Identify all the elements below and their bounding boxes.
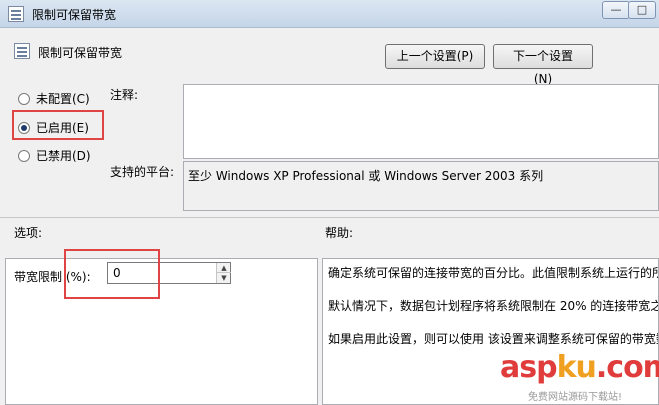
help-paragraph: 确定系统可保留的连接带宽的百分比。此值限制系统上运行的所有程序的组合带宽保留。 bbox=[328, 266, 658, 280]
radio-icon[interactable] bbox=[18, 149, 30, 162]
supported-platform-value: 至少 Windows XP Professional 或 Windows Ser… bbox=[188, 169, 544, 183]
title-bar: 限制可保留带宽 — □ bbox=[0, 0, 659, 28]
maximize-button[interactable]: □ bbox=[628, 1, 656, 19]
radio-not-configured[interactable]: 未配置(C) bbox=[18, 90, 90, 107]
spin-down-icon[interactable]: ▼ bbox=[217, 273, 231, 283]
help-text: 确定系统可保留的连接带宽的百分比。此值限制系统上运行的所有程序的组合带宽保留。 … bbox=[328, 264, 659, 349]
help-paragraph: 如果启用此设置，则可以使用 该设置来调整系统可保留的带宽数量。 bbox=[328, 332, 659, 346]
highlight-box-enabled bbox=[12, 110, 104, 140]
comment-textarea[interactable] bbox=[183, 84, 659, 159]
help-label: 帮助: bbox=[325, 226, 354, 240]
radio-disabled[interactable]: 已禁用(D) bbox=[18, 147, 91, 164]
window-title: 限制可保留带宽 bbox=[32, 8, 117, 22]
radio-label: 未配置(C) bbox=[36, 92, 90, 106]
spin-buttons[interactable]: ▲ ▼ bbox=[216, 263, 231, 283]
previous-setting-button[interactable]: 上一个设置(P) bbox=[385, 44, 485, 69]
comment-label: 注释: bbox=[110, 88, 139, 102]
spin-up-icon[interactable]: ▲ bbox=[217, 263, 231, 273]
policy-icon bbox=[8, 6, 24, 22]
highlight-box-option bbox=[64, 249, 160, 299]
help-paragraph: 默认情况下，数据包计划程序将系统限制在 20% 的连接带宽之内，但可以使用此设置… bbox=[328, 299, 658, 313]
options-label: 选项: bbox=[14, 226, 43, 240]
next-setting-button[interactable]: 下一个设置(N) bbox=[493, 44, 593, 86]
radio-label: 已禁用(D) bbox=[36, 149, 91, 163]
section-divider bbox=[0, 217, 659, 218]
setting-title: 限制可保留带宽 bbox=[38, 46, 123, 60]
help-panel: 确定系统可保留的连接带宽的百分比。此值限制系统上运行的所有程序的组合带宽保留。 … bbox=[322, 258, 659, 405]
setting-icon bbox=[14, 43, 30, 59]
supported-platform-box: 至少 Windows XP Professional 或 Windows Ser… bbox=[183, 161, 659, 211]
minimize-button[interactable]: — bbox=[602, 1, 630, 19]
radio-icon[interactable] bbox=[18, 92, 30, 105]
supported-platform-label: 支持的平台: bbox=[110, 165, 175, 179]
